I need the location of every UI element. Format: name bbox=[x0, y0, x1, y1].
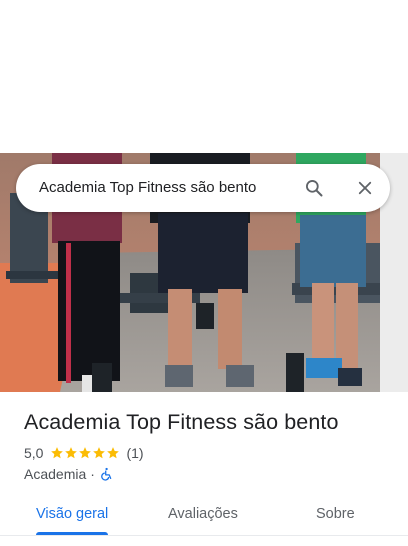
star-rating bbox=[50, 446, 120, 460]
place-title: Academia Top Fitness são bento bbox=[24, 410, 339, 434]
star-icon bbox=[79, 447, 92, 459]
tab-overview[interactable]: Visão geral bbox=[36, 506, 108, 522]
separator-dot: · bbox=[90, 466, 95, 482]
review-count[interactable]: (1) bbox=[126, 445, 143, 461]
star-icon bbox=[51, 447, 64, 459]
rating-row[interactable]: 5,0 (1) bbox=[24, 445, 144, 461]
search-bar[interactable]: Academia Top Fitness são bento bbox=[16, 164, 390, 212]
close-icon[interactable] bbox=[353, 176, 377, 200]
place-tabs: Visão geral Avaliações Sobre bbox=[0, 496, 408, 546]
rating-value: 5,0 bbox=[24, 445, 44, 461]
search-icon[interactable] bbox=[302, 176, 326, 200]
search-input[interactable]: Academia Top Fitness são bento bbox=[39, 179, 256, 196]
place-category: Academia bbox=[24, 466, 87, 482]
star-icon bbox=[93, 447, 106, 459]
tab-reviews[interactable]: Avaliações bbox=[168, 506, 238, 522]
star-icon bbox=[107, 447, 120, 459]
category-row: Academia · bbox=[24, 466, 113, 482]
star-icon bbox=[65, 447, 78, 459]
wheelchair-accessible-icon[interactable] bbox=[99, 467, 113, 481]
tab-about[interactable]: Sobre bbox=[316, 506, 355, 522]
tabs-divider bbox=[0, 535, 408, 536]
